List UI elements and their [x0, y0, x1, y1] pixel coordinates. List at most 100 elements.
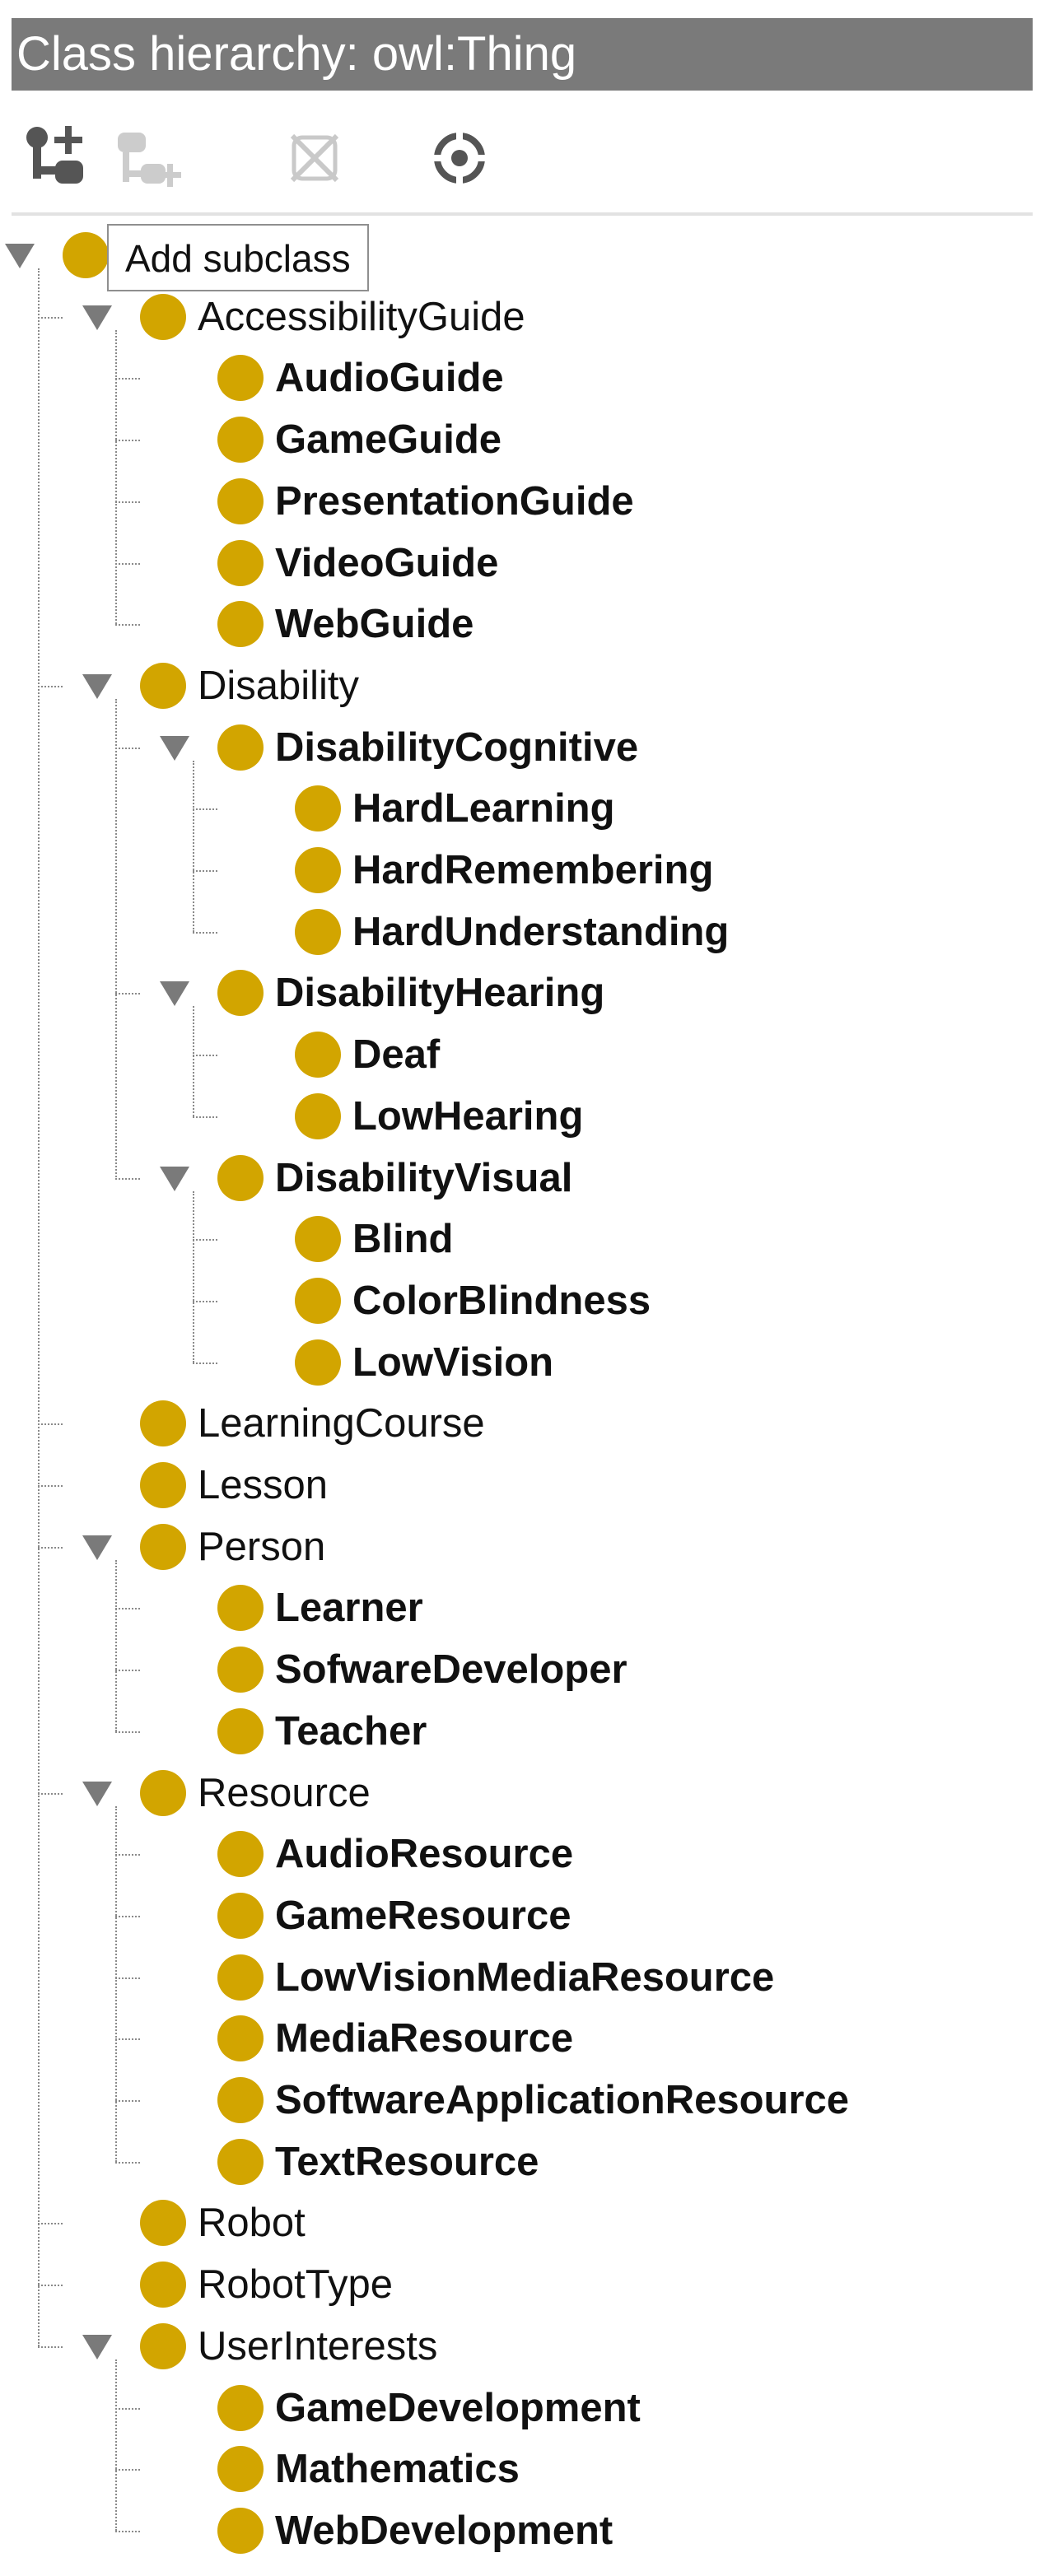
- tree-item[interactable]: Blind: [0, 1210, 1045, 1268]
- class-label: MediaResource: [275, 2016, 574, 2061]
- class-node-icon: [217, 2077, 264, 2123]
- class-label: Disability: [198, 663, 360, 708]
- class-label: AccessibilityGuide: [198, 294, 525, 339]
- class-tree: owl:ThingAccessibilityGuideAudioGuideGam…: [0, 0, 1045, 2576]
- tree-item[interactable]: LearningCourse: [0, 1395, 1045, 1452]
- tree-item[interactable]: DisabilityCognitive: [0, 719, 1045, 776]
- class-node-icon: [217, 2384, 264, 2431]
- class-node-icon: [217, 1647, 264, 1693]
- tree-item[interactable]: AudioGuide: [0, 349, 1045, 407]
- class-node-icon: [217, 1954, 264, 2001]
- class-label: LowHearing: [352, 1093, 584, 1139]
- tree-item[interactable]: GameGuide: [0, 411, 1045, 468]
- class-label: Person: [198, 1524, 326, 1569]
- class-label: Teacher: [275, 1708, 427, 1754]
- class-node-icon: [217, 355, 264, 402]
- class-label: HardLearning: [352, 786, 615, 831]
- class-label: DisabilityCognitive: [275, 724, 639, 770]
- tree-item[interactable]: LowVisionMediaResource: [0, 1949, 1045, 2006]
- tree-item[interactable]: GameResource: [0, 1887, 1045, 1945]
- class-node-icon: [63, 232, 109, 278]
- class-node-icon: [295, 1339, 341, 1386]
- tree-item[interactable]: SofwareDeveloper: [0, 1641, 1045, 1698]
- tree-item[interactable]: ColorBlindness: [0, 1272, 1045, 1330]
- tree-item[interactable]: SoftwareApplicationResource: [0, 2071, 1045, 2129]
- tree-item[interactable]: UserInterests: [0, 2317, 1045, 2375]
- tree-item[interactable]: TextResource: [0, 2133, 1045, 2191]
- class-node-icon: [217, 970, 264, 1017]
- class-node-icon: [140, 1400, 186, 1447]
- class-label: HardRemembering: [352, 848, 714, 892]
- class-label: SofwareDeveloper: [275, 1647, 627, 1693]
- class-label: SoftwareApplicationResource: [275, 2078, 850, 2122]
- tree-item[interactable]: MediaResource: [0, 2010, 1045, 2067]
- class-node-icon: [140, 2200, 186, 2247]
- tree-item[interactable]: PresentationGuide: [0, 473, 1045, 530]
- tree-item[interactable]: DisabilityHearing: [0, 964, 1045, 1022]
- class-node-icon: [217, 724, 264, 771]
- class-label: Resource: [198, 1770, 371, 1815]
- class-node-icon: [140, 662, 186, 709]
- class-node-icon: [295, 908, 341, 955]
- class-label: AudioGuide: [275, 356, 504, 401]
- class-node-icon: [217, 2138, 264, 2185]
- tree-item[interactable]: WebGuide: [0, 595, 1045, 653]
- tree-item[interactable]: LowHearing: [0, 1088, 1045, 1145]
- class-label: TextResource: [275, 2139, 539, 2184]
- class-node-icon: [217, 1154, 264, 1201]
- class-label: Mathematics: [275, 2447, 520, 2492]
- tree-item[interactable]: RobotType: [0, 2256, 1045, 2313]
- tree-item[interactable]: VideoGuide: [0, 534, 1045, 592]
- tree-item[interactable]: Person: [0, 1518, 1045, 1576]
- class-label: LearningCourse: [198, 1401, 485, 1446]
- tree-item[interactable]: HardUnderstanding: [0, 903, 1045, 961]
- tree-item[interactable]: Resource: [0, 1764, 1045, 1822]
- class-label: Deaf: [352, 1032, 441, 1078]
- tree-item[interactable]: Learner: [0, 1579, 1045, 1637]
- class-label: VideoGuide: [275, 540, 499, 585]
- class-node-icon: [140, 2262, 186, 2308]
- tree-item[interactable]: Lesson: [0, 1456, 1045, 1514]
- add-subclass-tooltip: Add subclass: [107, 224, 369, 291]
- class-label: GameDevelopment: [275, 2385, 641, 2430]
- class-node-icon: [217, 2507, 264, 2554]
- class-node-icon: [295, 1092, 341, 1139]
- class-label: Robot: [198, 2201, 306, 2246]
- tree-item[interactable]: AudioResource: [0, 1825, 1045, 1883]
- class-label: RobotType: [198, 2262, 393, 2308]
- class-node-icon: [217, 1831, 264, 1878]
- tree-item[interactable]: Disability: [0, 657, 1045, 715]
- tree-item[interactable]: AccessibilityGuide: [0, 288, 1045, 346]
- tree-item[interactable]: DisabilityVisual: [0, 1149, 1045, 1207]
- tree-item[interactable]: LowVision: [0, 1334, 1045, 1391]
- tree-item[interactable]: HardLearning: [0, 780, 1045, 837]
- class-label: UserInterests: [198, 2323, 438, 2369]
- tree-item[interactable]: HardRemembering: [0, 841, 1045, 899]
- class-node-icon: [217, 1707, 264, 1754]
- class-label: Learner: [275, 1586, 423, 1631]
- class-node-icon: [295, 1032, 341, 1078]
- class-node-icon: [140, 293, 186, 340]
- tree-item[interactable]: GameDevelopment: [0, 2379, 1045, 2437]
- class-label: ColorBlindness: [352, 1278, 651, 1323]
- class-label: PresentationGuide: [275, 478, 634, 524]
- tree-item[interactable]: WebDevelopment: [0, 2502, 1045, 2560]
- class-label: Lesson: [198, 1463, 329, 1507]
- class-label: GameGuide: [275, 417, 502, 463]
- class-label: HardUnderstanding: [352, 909, 730, 954]
- class-node-icon: [217, 1585, 264, 1632]
- class-label: WebDevelopment: [275, 2508, 613, 2553]
- class-node-icon: [140, 1523, 186, 1570]
- class-node-icon: [217, 2015, 264, 2062]
- class-node-icon: [217, 539, 264, 586]
- tree-item[interactable]: Deaf: [0, 1026, 1045, 1083]
- tree-item[interactable]: Mathematics: [0, 2440, 1045, 2498]
- class-node-icon: [295, 785, 341, 832]
- class-node-icon: [295, 1216, 341, 1263]
- tree-item[interactable]: Robot: [0, 2194, 1045, 2252]
- class-node-icon: [140, 1462, 186, 1508]
- class-label: WebGuide: [275, 602, 474, 647]
- class-label: LowVision: [352, 1339, 554, 1385]
- class-node-icon: [295, 847, 341, 893]
- tree-item[interactable]: Teacher: [0, 1703, 1045, 1760]
